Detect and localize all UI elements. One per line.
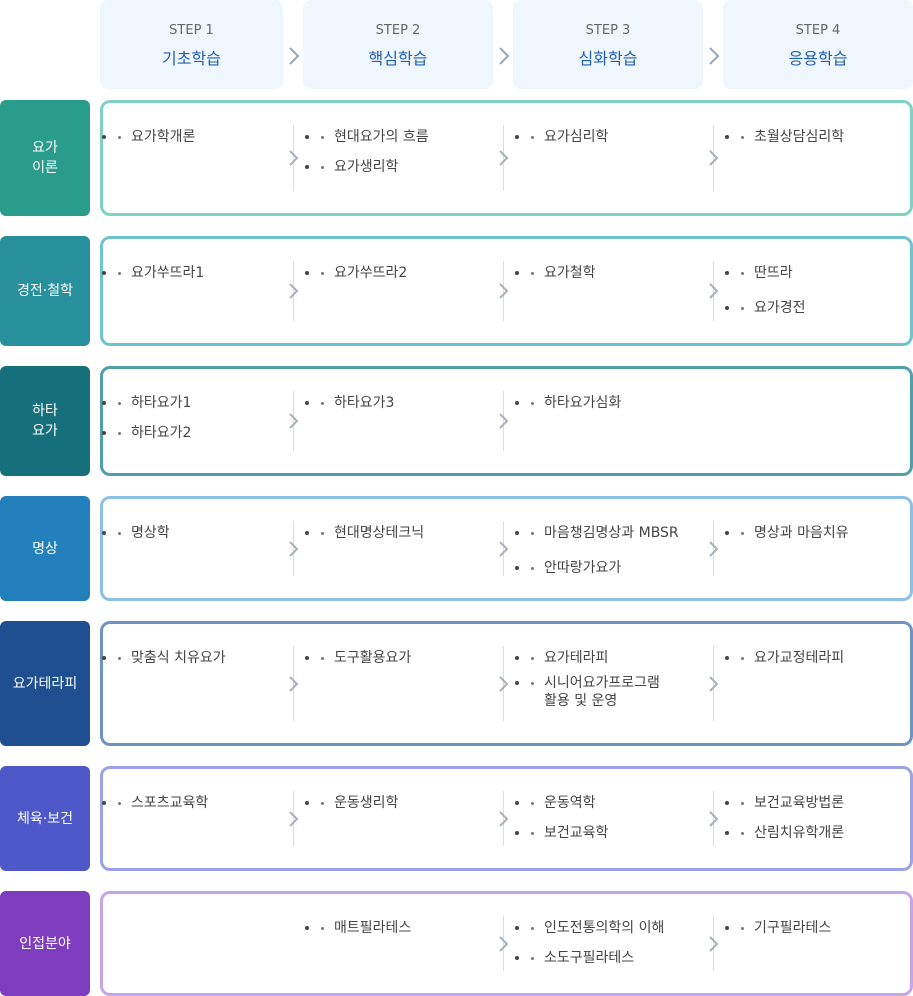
row-label: 요가 이론 <box>0 100 90 216</box>
chevron-right-icon <box>499 150 509 166</box>
course-list: 요가교정테라피 <box>740 649 913 667</box>
course-list: 요가테라피 <box>530 649 740 667</box>
course-item: 도구활용요가 <box>320 649 530 667</box>
step-1: STEP 1 기초학습 <box>100 0 283 89</box>
step-name: 핵심학습 <box>368 49 428 68</box>
course-item: 명상과 마음치유 <box>740 524 913 542</box>
chevron-right-icon <box>289 540 299 557</box>
chevron-right-icon <box>499 413 509 429</box>
course-item: 요가쑤뜨라1 <box>117 264 327 282</box>
course-item: 요가학개론 <box>117 128 327 146</box>
course-item: 요가심리학 <box>530 128 740 146</box>
chevron-right-icon <box>709 935 719 952</box>
row-label: 인접분야 <box>0 891 90 996</box>
chevron-right-icon <box>709 150 719 166</box>
row-label: 체육·보건 <box>0 766 90 871</box>
chevron-right-icon <box>499 540 509 557</box>
step-2: STEP 2 핵심학습 <box>303 0 493 89</box>
course-list: 현대요가의 흐름 <box>320 128 530 146</box>
chevron-right-icon <box>499 810 509 827</box>
course-list: 안따랑가요가 <box>530 559 740 577</box>
row-label: 하타 요가 <box>0 366 90 476</box>
chevron-right-icon <box>709 810 719 827</box>
course-list: 산림치유학개론 <box>740 824 913 842</box>
course-list: 맞춤식 치유요가 <box>117 649 327 667</box>
course-list: 요가쑤뜨라2 <box>320 264 530 282</box>
chevron-right-icon <box>289 150 299 166</box>
course-item: 안따랑가요가 <box>530 559 740 577</box>
course-item: 요가교정테라피 <box>740 649 913 667</box>
step-4: STEP 4 응용학습 <box>723 0 913 89</box>
course-item: 하타요가3 <box>320 394 530 412</box>
step-name: 응용학습 <box>788 49 848 68</box>
chevron-right-icon <box>709 540 719 557</box>
course-list: 하타요가3 <box>320 394 530 412</box>
step-number: STEP 3 <box>585 23 631 38</box>
course-list: 요가심리학 <box>530 128 740 146</box>
course-list: 딴뜨라 <box>740 264 913 282</box>
course-item: 요가테라피 <box>530 649 740 667</box>
course-list: 요가쑤뜨라1 <box>117 264 327 282</box>
step-number: STEP 1 <box>169 23 214 38</box>
course-list: 하타요가심화 <box>530 394 740 412</box>
chevron-right-icon <box>289 413 299 429</box>
course-item: 초월상담심리학 <box>740 128 913 146</box>
course-item: 요가쑤뜨라2 <box>320 264 530 282</box>
chevron-right-icon <box>289 810 299 827</box>
course-list: 보건교육방법론 <box>740 794 913 812</box>
course-item: 딴뜨라 <box>740 264 913 282</box>
row-label: 명상 <box>0 496 90 601</box>
chevron-right-icon <box>709 675 719 692</box>
course-item: 요가경전 <box>740 299 913 317</box>
course-item: 현대요가의 흐름 <box>320 128 530 146</box>
chevron-right-icon <box>289 47 300 65</box>
chevron-right-icon <box>289 675 299 692</box>
course-list: 명상과 마음치유 <box>740 524 913 542</box>
step-name: 심화학습 <box>578 49 638 68</box>
chevron-right-icon <box>499 47 510 65</box>
chevron-right-icon <box>709 283 719 299</box>
course-item: 하타요가심화 <box>530 394 740 412</box>
chevron-right-icon <box>709 47 720 65</box>
course-item: 맞춤식 치유요가 <box>117 649 327 667</box>
course-list: 요가경전 <box>740 299 913 317</box>
chevron-right-icon <box>499 283 509 299</box>
row-label: 요가테라피 <box>0 621 90 746</box>
course-list: 요가학개론 <box>117 128 327 146</box>
chevron-right-icon <box>289 283 299 299</box>
course-item: 산림치유학개론 <box>740 824 913 842</box>
course-list: 요가철학 <box>530 264 740 282</box>
step-number: STEP 2 <box>375 23 421 38</box>
course-list: 초월상담심리학 <box>740 128 913 146</box>
course-list: 하타요가1 <box>117 394 327 412</box>
course-list: 도구활용요가 <box>320 649 530 667</box>
course-item: 요가철학 <box>530 264 740 282</box>
step-name: 기초학습 <box>162 49 221 68</box>
course-list: 기구필라테스 <box>740 919 913 937</box>
step-3: STEP 3 심화학습 <box>513 0 703 89</box>
row-label: 경전·철학 <box>0 236 90 346</box>
step-number: STEP 4 <box>795 23 841 38</box>
course-item: 하타요가1 <box>117 394 327 412</box>
course-item: 기구필라테스 <box>740 919 913 937</box>
course-item: 보건교육방법론 <box>740 794 913 812</box>
chevron-right-icon <box>499 935 509 952</box>
chevron-right-icon <box>499 675 509 692</box>
